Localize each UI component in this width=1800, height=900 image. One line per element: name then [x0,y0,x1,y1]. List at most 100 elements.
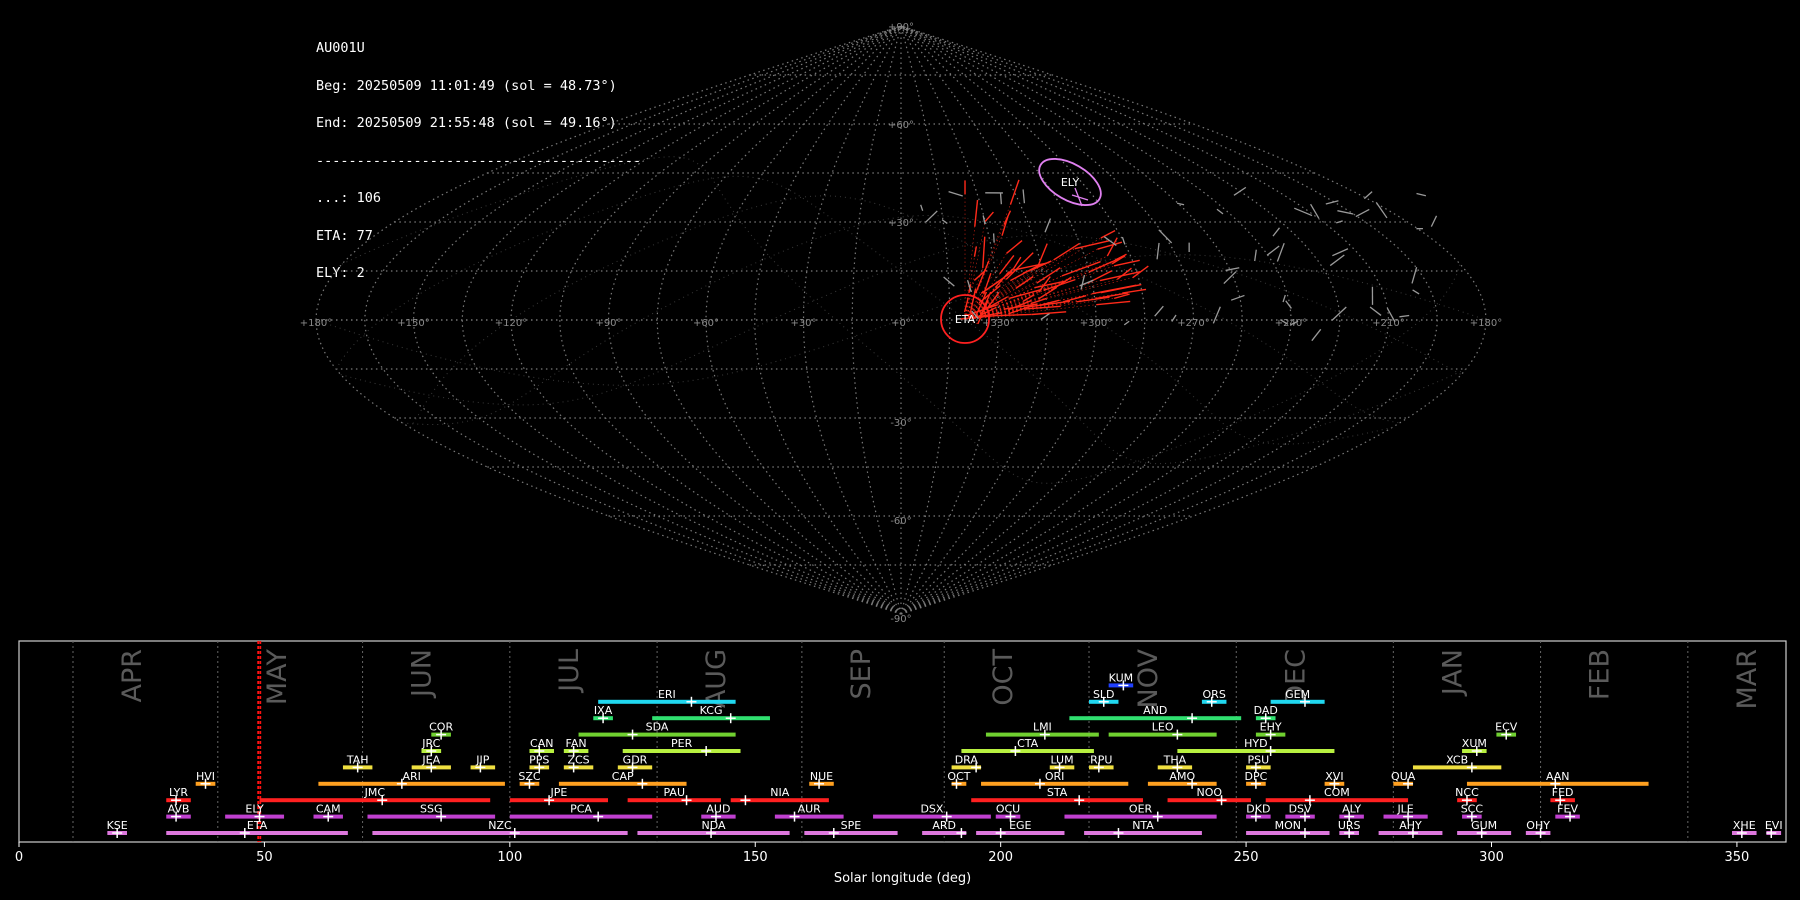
shower-label: PAU [664,786,686,799]
shower-label: COM [1324,786,1350,799]
shower-label: OHY [1526,819,1550,832]
x-tick-label: 150 [743,850,768,865]
shower-label: EGE [1009,819,1031,832]
shower-label: CAP [612,770,634,783]
month-label: MAY [262,649,293,706]
shower-label: GUM [1471,819,1497,832]
shower-label: CTA [1017,737,1039,750]
shower-label: NDA [702,819,727,832]
shower-label: SDA [646,721,669,734]
shower-label: ORI [1045,770,1065,783]
shower-label: AAN [1546,770,1570,783]
shower-label: KCG [700,704,723,717]
shower-label: SSG [420,803,443,816]
shower-label: MON [1275,819,1301,832]
shower-label: COR [429,721,453,734]
shower-label: STA [1047,786,1068,799]
shower-label: QUA [1391,770,1416,783]
shower-label: NIA [770,786,789,799]
shower-label: AND [1143,704,1167,717]
shower-label: XCB [1446,753,1468,766]
shower-label: CAN [530,737,553,750]
shower-label: ECV [1495,721,1518,734]
month-label: OCT [988,649,1019,706]
shower-label: OCU [996,803,1020,816]
shower-label: THA [1163,753,1187,766]
shower-label: JPE [550,786,568,799]
shower-label: DSV [1289,803,1312,816]
shower-label: NOO [1196,786,1222,799]
x-tick-label: 50 [256,850,273,865]
shower-label: AUR [798,803,822,816]
month-label: JUL [554,649,585,694]
shower-label: NZC [488,819,512,832]
shower-label: ARI [402,770,420,783]
shower-label: NCC [1455,786,1479,799]
shower-label: GEM [1285,688,1310,701]
shower-label: GDR [623,753,648,766]
shower-label: TAH [346,753,369,766]
month-label: AUG [701,649,732,708]
shower-label: SPE [841,819,862,832]
shower-label: PSU [1248,753,1270,766]
shower-label: DKD [1246,803,1270,816]
x-tick-label: 350 [1725,850,1750,865]
shower-label: XUM [1462,737,1487,750]
shower-timeline: APR MAY JUN JUL AUG SEP OCT NOV DEC JAN FEB MARKSE E… [15,640,1787,886]
shower-label: PCA [570,803,592,816]
shower-label: XVI [1325,770,1343,783]
shower-label: XHE [1733,819,1756,832]
shower-label: AUD [706,803,730,816]
shower-label: CAM [316,803,341,816]
shower-label: AHY [1399,819,1422,832]
shower-label: AVB [168,803,190,816]
month-label: JAN [1437,649,1468,697]
shower-label: PER [671,737,693,750]
shower-label: LYR [169,786,188,799]
x-axis-label: Solar longitude (deg) [834,871,971,886]
shower-label: IXA [594,704,613,717]
month-label: APR [117,649,148,703]
shower-label: ARD [932,819,956,832]
shower-label: HVI [196,770,215,783]
shower-label: JLE [1396,803,1413,816]
shower-label: SLD [1093,688,1115,701]
shower-label: JRC [421,737,440,750]
shower-label: KUM [1109,671,1133,684]
shower-label: DAD [1254,704,1278,717]
shower-label: ERI [658,688,676,701]
month-label: SEP [846,649,877,699]
month-label: FEB [1585,649,1616,700]
shower-label: ORS [1203,688,1226,701]
shower-label: ZCS [567,753,589,766]
shower-label: OER [1129,803,1153,816]
shower-label: ALY [1342,803,1361,816]
shower-label: LMI [1033,721,1052,734]
shower-label: ELY [245,803,264,816]
shower-label: KSE [107,819,128,832]
shower-label: EVI [1765,819,1783,832]
shower-label: FAN [566,737,587,750]
month-label: JUN [407,649,438,699]
shower-label: NTA [1132,819,1154,832]
shower-label: AMO [1169,770,1195,783]
shower-label: LEO [1152,721,1174,734]
shower-label: EHY [1260,721,1282,734]
shower-label: HYD [1244,737,1267,750]
shower-label: JIP [475,753,489,766]
month-label: MAR [1732,649,1763,710]
x-tick-label: 100 [497,850,522,865]
shower-label: LUM [1050,753,1073,766]
x-tick-label: 300 [1479,850,1504,865]
shower-label: OCT [947,770,970,783]
x-tick-label: 250 [1234,850,1259,865]
shower-label: DRA [955,753,979,766]
shower-label: ETA [247,819,268,832]
shower-label: SCC [1461,803,1484,816]
shower-label: RPU [1090,753,1112,766]
shower-label: JMC [364,786,386,799]
shower-label: SZC [518,770,541,783]
shower-label: DSX [920,803,943,816]
x-tick-label: 0 [15,850,23,865]
x-tick-label: 200 [988,850,1013,865]
